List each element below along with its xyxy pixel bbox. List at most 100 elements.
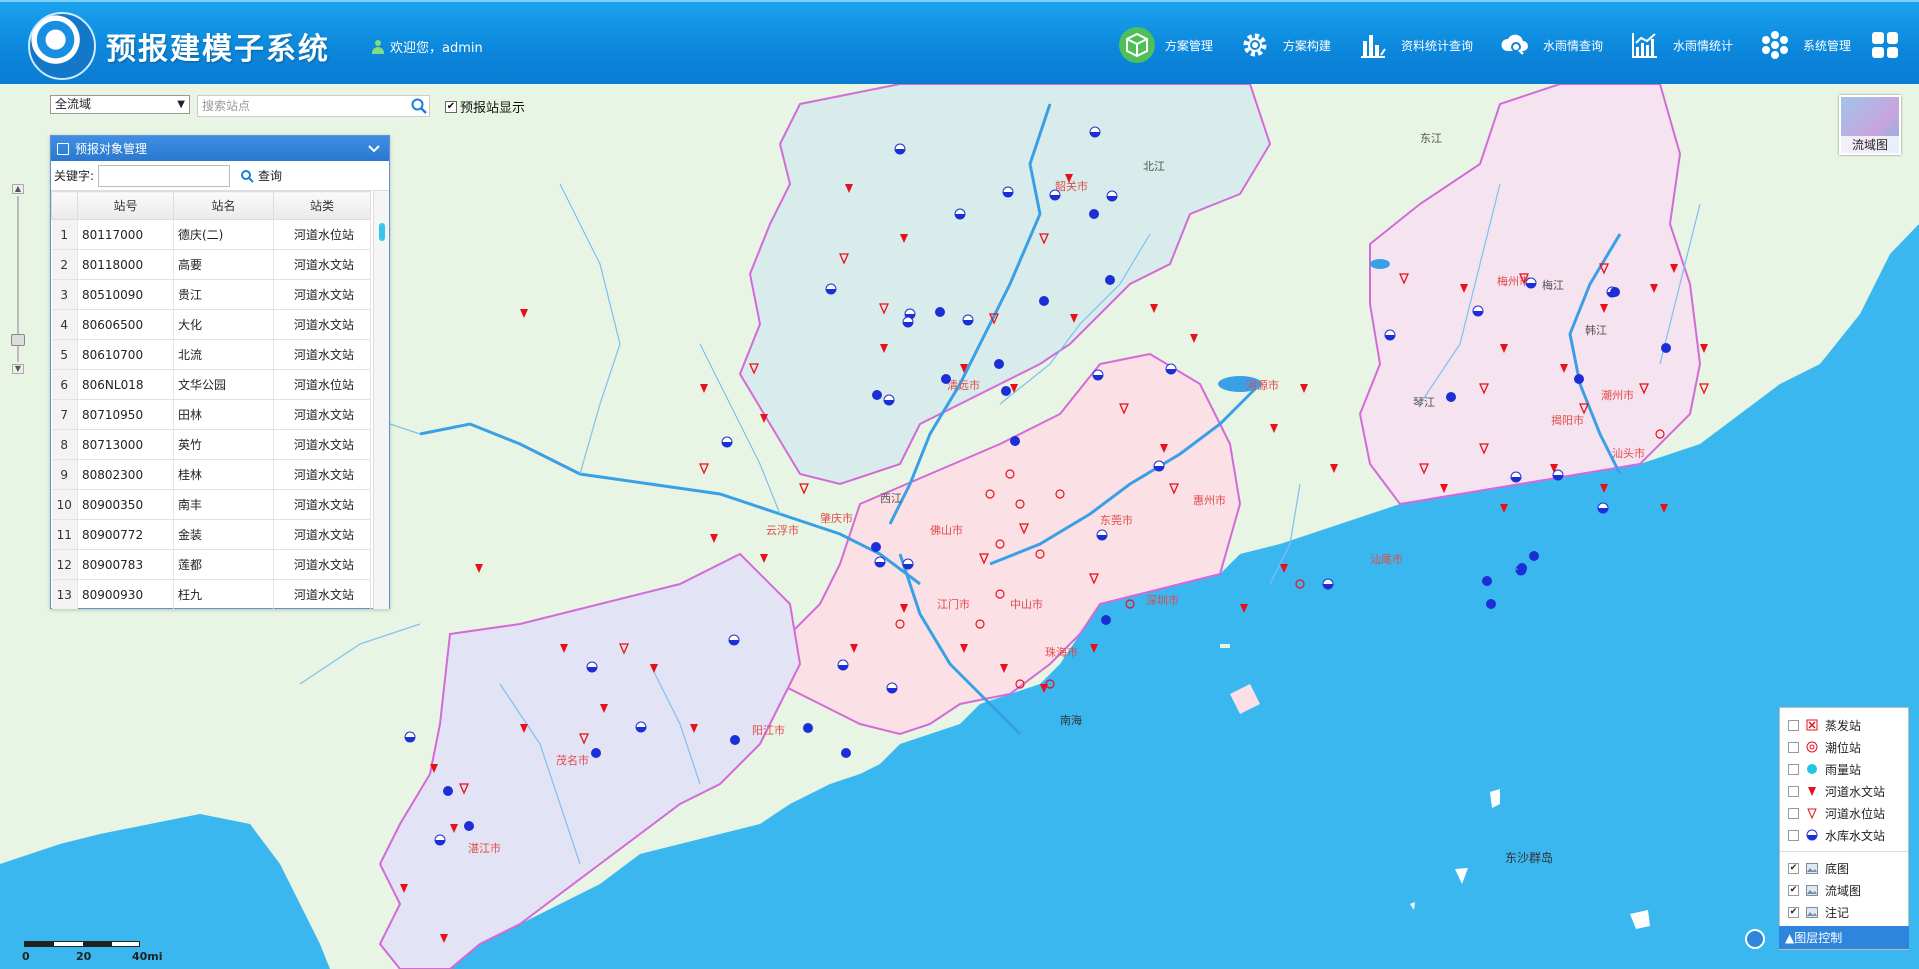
river-hydro-station-icon bbox=[1805, 784, 1819, 798]
station-code: 80900350 bbox=[77, 489, 174, 520]
layer-row-basemap[interactable]: ✔ 底图 bbox=[1780, 857, 1908, 879]
scrollbar-thumb[interactable] bbox=[379, 223, 385, 241]
legend-row-river-hydro[interactable]: 河道水文站 bbox=[1780, 780, 1908, 802]
scale-label: 20 bbox=[76, 950, 92, 963]
top-nav: 方案管理 方案构建 资料统计查询 水雨情查询 水雨情统计 系统管理 bbox=[1109, 24, 1919, 66]
legend-row-evaporation[interactable]: 蒸发站 bbox=[1780, 714, 1908, 736]
station-type: 河道水文站 bbox=[273, 579, 371, 609]
row-index: 6 bbox=[51, 369, 78, 400]
layer-control-toggle[interactable]: ▲图层控制 bbox=[1779, 926, 1909, 949]
layer-row-basin[interactable]: ✔ 流域图 bbox=[1780, 879, 1908, 901]
legend-row-rain[interactable]: 雨量站 bbox=[1780, 758, 1908, 780]
table-row[interactable]: 10 80900350 南丰 河道水文站 bbox=[51, 489, 371, 520]
basin-select-value: 全流域 bbox=[55, 97, 92, 111]
nav-item-hydro-stats[interactable]: 水雨情统计 bbox=[1617, 24, 1747, 66]
station-code: 80610700 bbox=[77, 339, 174, 370]
apps-grid-icon[interactable] bbox=[1865, 25, 1905, 65]
table-row[interactable]: 12 80900783 莲都 河道水文站 bbox=[51, 549, 371, 580]
table-header-name[interactable]: 站名 bbox=[173, 191, 274, 220]
collapse-chevron-icon[interactable] bbox=[367, 142, 381, 156]
map-label: 惠州市 bbox=[1193, 493, 1226, 507]
station-name: 金装 bbox=[173, 519, 274, 550]
table-row[interactable]: 4 80606500 大化 河道水文站 bbox=[51, 309, 371, 340]
legend-checkbox[interactable] bbox=[1788, 829, 1799, 841]
nav-item-plan-build[interactable]: 方案构建 bbox=[1227, 24, 1345, 66]
legend-checkbox[interactable] bbox=[1788, 763, 1799, 775]
table-row[interactable]: 8 80713000 英竹 河道水文站 bbox=[51, 429, 371, 460]
table-scrollbar[interactable] bbox=[373, 191, 389, 609]
station-table-wrapper: 站号 站名 站类 1 80117000 德庆(二) 河道水位站 2 80118000 高要河… bbox=[51, 191, 389, 609]
layer-checkbox[interactable]: ✔ bbox=[1788, 884, 1799, 896]
station-type: 河道水文站 bbox=[273, 279, 371, 310]
row-index: 2 bbox=[51, 249, 78, 280]
nav-item-data-stats-query[interactable]: 资料统计查询 bbox=[1345, 24, 1487, 66]
legend-label: 潮位站 bbox=[1825, 740, 1862, 755]
station-type: 河道水文站 bbox=[273, 489, 371, 520]
layer-checkbox[interactable]: ✔ bbox=[1788, 906, 1799, 918]
nav-item-hydro-query[interactable]: 水雨情查询 bbox=[1487, 24, 1617, 66]
table-row[interactable]: 1 80117000 德庆(二) 河道水位站 bbox=[51, 219, 371, 250]
nav-item-plan-management[interactable]: 方案管理 bbox=[1109, 24, 1227, 66]
legend-checkbox[interactable] bbox=[1788, 785, 1799, 797]
forecast-station-label: 预报站显示 bbox=[460, 101, 526, 116]
row-index: 9 bbox=[51, 459, 78, 490]
legend-row-tide[interactable]: 潮位站 bbox=[1780, 736, 1908, 758]
station-type: 河道水文站 bbox=[273, 519, 371, 550]
legend-row-reservoir[interactable]: 水库水文站 bbox=[1780, 824, 1908, 846]
query-button[interactable]: 查询 bbox=[240, 167, 282, 184]
map-label: 湛江市 bbox=[468, 841, 501, 855]
keyword-input[interactable] bbox=[98, 164, 231, 187]
nav-label: 水雨情查询 bbox=[1542, 38, 1603, 53]
map-label: 东江 bbox=[1420, 132, 1442, 145]
legend-checkbox[interactable] bbox=[1788, 741, 1799, 753]
table-header-code[interactable]: 站号 bbox=[77, 191, 174, 220]
panel-search-bar: 关键字: 查询 bbox=[51, 161, 389, 191]
map-label: 汕头市 bbox=[1612, 446, 1645, 460]
map-label: 阳江市 bbox=[752, 723, 785, 737]
basin-select[interactable]: 全流域 ▼ bbox=[50, 95, 190, 114]
map-label: 汕尾市 bbox=[1370, 552, 1403, 566]
nav-item-system-management[interactable]: 系统管理 bbox=[1747, 24, 1865, 66]
row-index: 12 bbox=[51, 549, 78, 580]
scale-bar-graphic bbox=[24, 941, 140, 947]
logo bbox=[28, 12, 96, 80]
chevron-down-icon: ▼ bbox=[177, 99, 185, 110]
table-row[interactable]: 5 80610700 北流 河道水文站 bbox=[51, 339, 371, 370]
table-row[interactable]: 9 80802300 桂林 河道水文站 bbox=[51, 459, 371, 490]
zoom-handle[interactable] bbox=[11, 334, 25, 346]
station-type: 河道水位站 bbox=[273, 219, 371, 250]
zoom-in-button[interactable]: ▲ bbox=[12, 184, 24, 194]
forecast-station-checkbox[interactable]: ✔ bbox=[445, 100, 457, 113]
cloud-search-icon bbox=[1497, 27, 1533, 63]
forecast-station-toggle[interactable]: ✔ 预报站显示 bbox=[445, 97, 525, 116]
station-table: 站号 站名 站类 1 80117000 德庆(二) 河道水位站 2 80118000 高要河… bbox=[51, 191, 371, 609]
table-header-type[interactable]: 站类 bbox=[273, 191, 371, 220]
table-row[interactable]: 7 80710950 田林 河道水文站 bbox=[51, 399, 371, 430]
station-name: 田林 bbox=[173, 399, 274, 430]
layer-image-icon bbox=[1805, 861, 1819, 875]
basin-map-thumbnail[interactable]: 流域图 bbox=[1839, 95, 1901, 155]
layer-checkbox[interactable]: ✔ bbox=[1788, 862, 1799, 874]
map-label: 梅江 bbox=[1542, 278, 1564, 292]
table-row[interactable]: 11 80900772 金装 河道水文站 bbox=[51, 519, 371, 550]
table-row[interactable]: 6 806NL018 文华公园 河道水位站 bbox=[51, 369, 371, 400]
legend-checkbox[interactable] bbox=[1788, 719, 1799, 731]
zoom-slider[interactable]: ▲ ▼ bbox=[11, 184, 25, 374]
layer-image-icon bbox=[1805, 905, 1819, 919]
station-name: 莲都 bbox=[173, 549, 274, 580]
query-label: 查询 bbox=[258, 169, 283, 183]
table-row[interactable]: 2 80118000 高要 河道水文站 bbox=[51, 249, 371, 280]
map-label: 揭阳市 bbox=[1551, 413, 1584, 427]
legend-checkbox[interactable] bbox=[1788, 807, 1799, 819]
legend-row-river-level[interactable]: 河道水位站 bbox=[1780, 802, 1908, 824]
search-icon[interactable] bbox=[410, 97, 428, 115]
layer-row-annotation[interactable]: ✔ 注记 bbox=[1780, 901, 1908, 923]
layer-label: 底图 bbox=[1825, 861, 1850, 876]
user-icon bbox=[372, 39, 384, 54]
station-search-input[interactable] bbox=[197, 95, 430, 117]
table-row[interactable]: 3 80510090 贵江 河道水文站 bbox=[51, 279, 371, 310]
locate-button[interactable] bbox=[1745, 929, 1765, 949]
table-row[interactable]: 13 80900930 枉九 河道水文站 bbox=[51, 579, 371, 609]
zoom-out-button[interactable]: ▼ bbox=[12, 364, 24, 374]
row-index: 11 bbox=[51, 519, 78, 550]
